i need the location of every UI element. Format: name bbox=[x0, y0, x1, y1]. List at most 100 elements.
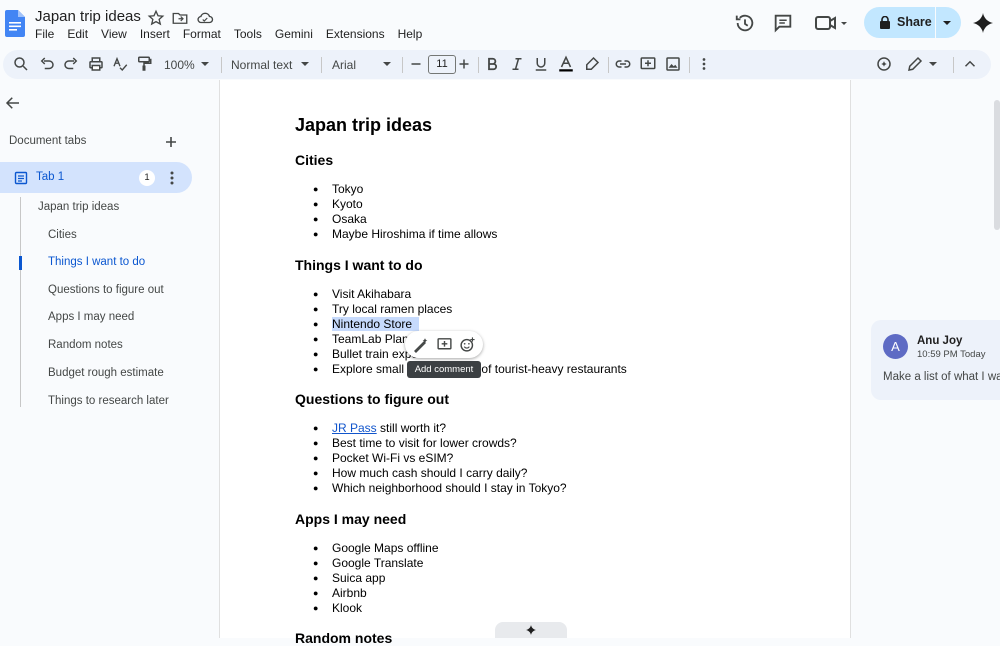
document-icon bbox=[14, 171, 28, 185]
menu-help[interactable]: Help bbox=[398, 27, 423, 41]
more-options-icon[interactable] bbox=[695, 55, 713, 73]
text-color-icon[interactable] bbox=[557, 55, 575, 73]
menu-file[interactable]: File bbox=[35, 27, 54, 41]
outline-item[interactable]: Apps I may need bbox=[48, 311, 134, 323]
list-item: Tokyo bbox=[313, 182, 364, 196]
menu-edit[interactable]: Edit bbox=[67, 27, 88, 41]
list-item: Klook bbox=[313, 601, 362, 615]
selected-text[interactable]: Nintendo Store bbox=[332, 317, 413, 331]
chevron-down-icon[interactable] bbox=[942, 19, 952, 27]
comments-icon[interactable] bbox=[772, 12, 794, 34]
version-history-icon[interactable] bbox=[734, 12, 756, 34]
add-comment-icon[interactable] bbox=[639, 55, 657, 73]
move-folder-icon[interactable] bbox=[171, 9, 189, 27]
star-icon[interactable] bbox=[147, 9, 165, 27]
document-title[interactable]: Japan trip ideas bbox=[35, 8, 141, 25]
zoom-dropdown-icon[interactable] bbox=[200, 60, 210, 68]
gemini-edit-icon[interactable] bbox=[413, 337, 429, 353]
gemini-bottom-button[interactable] bbox=[495, 622, 567, 638]
lock-icon bbox=[880, 16, 890, 29]
gemini-icon[interactable] bbox=[971, 11, 995, 35]
menu-tools[interactable]: Tools bbox=[234, 27, 262, 41]
spellcheck-icon[interactable] bbox=[111, 55, 129, 73]
outline-item[interactable]: Cities bbox=[48, 229, 77, 241]
insert-link-icon[interactable] bbox=[614, 55, 632, 73]
list-item: Kyoto bbox=[313, 197, 362, 211]
list-item: Maybe Hiroshima if time allows bbox=[313, 227, 497, 241]
search-menus-icon[interactable] bbox=[12, 55, 30, 73]
add-comment-tooltip: Add comment bbox=[407, 361, 481, 378]
font-select[interactable]: Arial bbox=[332, 58, 356, 72]
mode-dropdown-icon[interactable] bbox=[928, 60, 938, 68]
cloud-saved-icon[interactable] bbox=[196, 9, 214, 27]
outline-item[interactable]: Questions to figure out bbox=[48, 284, 164, 296]
jr-pass-link[interactable]: JR Pass bbox=[332, 421, 377, 435]
insert-image-icon[interactable] bbox=[664, 55, 682, 73]
toolbar-divider bbox=[478, 57, 479, 73]
italic-icon[interactable] bbox=[508, 55, 526, 73]
font-size-input[interactable]: 11 bbox=[428, 55, 456, 74]
font-dropdown-icon[interactable] bbox=[382, 60, 392, 68]
bold-icon[interactable] bbox=[483, 55, 501, 73]
outline-item[interactable]: Random notes bbox=[48, 339, 123, 351]
outline-active-marker bbox=[19, 256, 22, 270]
meet-icon[interactable] bbox=[814, 12, 848, 34]
share-button[interactable]: Share bbox=[864, 7, 961, 38]
tab-label: Tab 1 bbox=[36, 171, 65, 183]
gemini-sparkle-icon bbox=[526, 625, 536, 635]
heading-questions: Questions to figure out bbox=[295, 391, 449, 407]
heading-random-notes: Random notes bbox=[295, 630, 393, 646]
paint-format-icon[interactable] bbox=[135, 55, 153, 73]
comment-count-badge: 1 bbox=[139, 170, 155, 186]
toolbar-divider bbox=[689, 57, 690, 73]
menu-view[interactable]: View bbox=[101, 27, 127, 41]
outline-item[interactable]: Budget rough estimate bbox=[48, 367, 164, 379]
collapse-menu-icon[interactable] bbox=[961, 55, 979, 73]
menu-insert[interactable]: Insert bbox=[140, 27, 170, 41]
tab-options-icon[interactable] bbox=[165, 170, 179, 186]
menu-extensions[interactable]: Extensions bbox=[326, 27, 385, 41]
increase-font-size-icon[interactable] bbox=[455, 55, 473, 73]
list-item: JR Pass still worth it? bbox=[313, 421, 446, 435]
comment-card[interactable]: A Anu Joy 10:59 PM Today Make a list of … bbox=[871, 320, 1000, 400]
tab-1[interactable]: Tab 1 1 bbox=[0, 162, 192, 193]
list-item: Osaka bbox=[313, 212, 367, 226]
share-label: Share bbox=[897, 15, 932, 29]
add-comment-icon[interactable] bbox=[436, 336, 453, 353]
list-item: Suica app bbox=[313, 571, 386, 585]
comment-text: Make a list of what I want bbox=[883, 371, 1000, 383]
scrollbar-thumb[interactable] bbox=[994, 100, 1000, 230]
paragraph-style-select[interactable]: Normal text bbox=[231, 58, 292, 72]
docs-logo-icon[interactable] bbox=[5, 10, 25, 37]
share-divider bbox=[935, 7, 936, 38]
back-arrow-icon[interactable] bbox=[4, 94, 22, 112]
undo-icon[interactable] bbox=[38, 55, 56, 73]
formatting-toolbar: 100% Normal text Arial 11 bbox=[3, 50, 991, 79]
outline-item[interactable]: Things to research later bbox=[48, 395, 169, 407]
decrease-font-size-icon[interactable] bbox=[407, 55, 425, 73]
list-item: Best time to visit for lower crowds? bbox=[313, 436, 517, 450]
outline-rail bbox=[20, 197, 21, 407]
list-item: Google Maps offline bbox=[313, 541, 438, 555]
toolbar-divider bbox=[953, 57, 954, 73]
print-icon[interactable] bbox=[87, 55, 105, 73]
outline-item[interactable]: Japan trip ideas bbox=[38, 201, 119, 213]
list-item: Visit Akihabara bbox=[313, 287, 411, 301]
list-item: How much cash should I carry daily? bbox=[313, 466, 527, 480]
menu-gemini[interactable]: Gemini bbox=[275, 27, 313, 41]
heading-things: Things I want to do bbox=[295, 257, 423, 273]
gemini-suggest-icon[interactable] bbox=[875, 55, 893, 73]
document-page[interactable]: Japan trip ideas Cities Tokyo Kyoto Osak… bbox=[219, 80, 851, 646]
zoom-select[interactable]: 100% bbox=[164, 58, 195, 72]
menu-format[interactable]: Format bbox=[183, 27, 221, 41]
underline-icon[interactable] bbox=[532, 55, 550, 73]
outline-item-active[interactable]: Things I want to do bbox=[48, 256, 145, 268]
editing-mode-icon[interactable] bbox=[906, 55, 924, 73]
style-dropdown-icon[interactable] bbox=[300, 60, 310, 68]
list-item: Airbnb bbox=[313, 586, 367, 600]
redo-icon[interactable] bbox=[62, 55, 80, 73]
comment-timestamp: 10:59 PM Today bbox=[917, 349, 986, 360]
add-emoji-reaction-icon[interactable] bbox=[459, 336, 476, 353]
highlight-color-icon[interactable] bbox=[583, 55, 601, 73]
add-tab-icon[interactable] bbox=[164, 135, 178, 149]
